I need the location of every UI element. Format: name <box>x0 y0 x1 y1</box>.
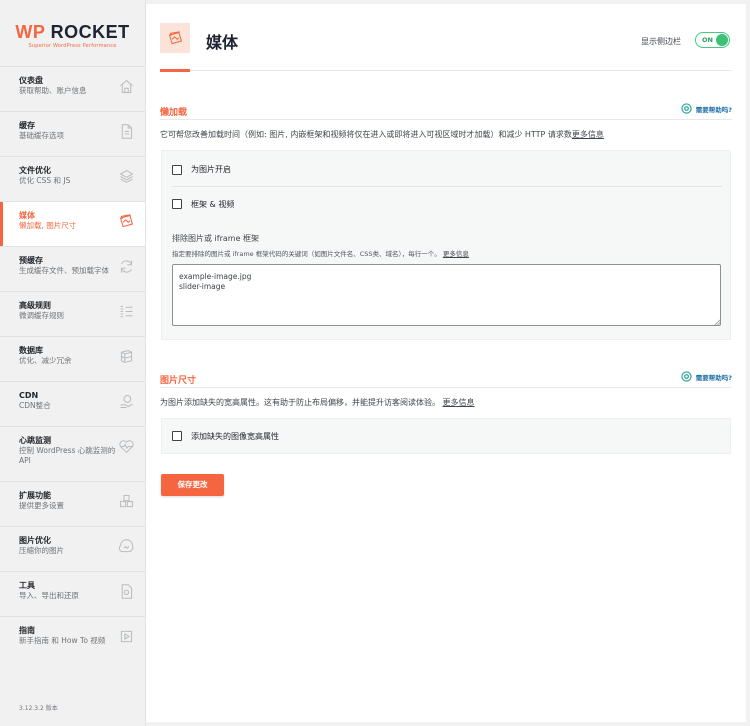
database-icon <box>118 348 135 365</box>
cdn-icon <box>118 393 135 410</box>
option-label: 添加缺失的图像宽高属性 <box>191 431 279 441</box>
section-title: 图片尺寸 <box>160 376 197 386</box>
page-header: 媒体 显示侧边栏 ON <box>160 23 732 72</box>
sidebar-item-subtitle: 优化、减少冗余 <box>19 356 72 365</box>
sidebar-item-subtitle: 控制 WordPress 心跳监测的 API <box>19 446 116 465</box>
wp-rocket-logo[interactable]: WP ROCKET Superior WordPress Performance <box>0 0 145 66</box>
lazyload-images-checkbox[interactable] <box>172 164 182 175</box>
sidebar-item-subtitle: 压缩你的图片 <box>19 546 64 555</box>
sidebar-item-subtitle: 获取帮助、账户信息 <box>19 86 87 95</box>
document-icon <box>118 123 135 140</box>
sidebar-item-cdn[interactable]: CDN CDN整合 <box>0 381 145 426</box>
image-dimensions-options-panel: 添加缺失的图像宽高属性 <box>161 418 731 454</box>
header-accent-underline <box>160 69 190 72</box>
logo-wp: WP <box>15 22 46 42</box>
sidebar-item-subtitle: 优化 CSS 和 JS <box>19 176 71 185</box>
lazyload-options-panel: 为图片开启 框架 & 视频 排除图片或 iframe 框架 指定要排除的图片或 … <box>161 150 731 340</box>
toggle-state-label: ON <box>702 36 713 44</box>
refresh-icon <box>118 258 135 275</box>
exclude-more-info-link[interactable]: 更多信息 <box>443 250 469 258</box>
page-title: 媒体 <box>206 33 239 52</box>
sidebar-item-file-optimization[interactable]: 文件优化 优化 CSS 和 JS <box>0 156 145 201</box>
tools-icon <box>118 583 135 600</box>
sidebar-item-tools[interactable]: 工具 导入、导出和还原 <box>0 571 145 616</box>
sidebar-item-subtitle: 生成缓存文件、预加载字体 <box>19 266 109 275</box>
show-sidebar-label: 显示侧边栏 <box>641 37 681 46</box>
sidebar-item-addons[interactable]: 扩展功能 提供更多设置 <box>0 481 145 526</box>
exclude-description: 指定要排除的图片或 iframe 框架代码的关键词（如图片文件名、CSS类、域名… <box>172 250 469 258</box>
sidebar-item-advanced-rules[interactable]: 高级规则 微调缓存规则 <box>0 291 145 336</box>
sidebar-item-subtitle: 导入、导出和还原 <box>19 591 79 600</box>
save-changes-button[interactable]: 保存更改 <box>161 474 224 496</box>
more-info-link[interactable]: 更多信息 <box>443 398 475 407</box>
sidebar-item-subtitle: 懒加载, 图片尺寸 <box>19 221 77 230</box>
image-dimensions-help-link[interactable]: 需要帮助吗? <box>681 371 732 382</box>
logo-rocket: ROCKET <box>45 22 130 42</box>
more-info-link[interactable]: 更多信息 <box>572 130 604 139</box>
option-label: 为图片开启 <box>191 165 231 174</box>
addons-icon <box>118 493 135 510</box>
help-label: 需要帮助吗? <box>695 105 732 114</box>
add-missing-dimensions-option[interactable]: 添加缺失的图像宽高属性 <box>172 419 722 453</box>
logo-tagline: Superior WordPress Performance <box>28 43 117 49</box>
lifebuoy-icon <box>681 103 692 114</box>
sidebar-item-subtitle: CDN整合 <box>19 401 51 410</box>
image-optimization-icon <box>118 538 135 555</box>
lazyload-images-option[interactable]: 为图片开启 <box>172 153 722 187</box>
media-icon <box>118 213 135 230</box>
sidebar-item-database[interactable]: 数据库 优化、减少冗余 <box>0 336 145 381</box>
lazyload-iframes-checkbox[interactable] <box>172 199 182 209</box>
layers-icon <box>118 168 135 185</box>
main-content: 媒体 显示侧边栏 ON 懒加载 需要帮助吗? 它可帮您改善加载时间（例如: 图片… <box>146 4 746 722</box>
version-label: 3.12.3.2 版本 <box>19 705 58 712</box>
sidebar-item-image-optimization[interactable]: 图片优化 压缩你的图片 <box>0 526 145 571</box>
sidebar-item-tutorials[interactable]: 指南 新手指南 和 How To 视频 <box>0 616 145 661</box>
sidebar-item-heartbeat[interactable]: 心跳监测 控制 WordPress 心跳监测的 API <box>0 426 145 481</box>
list-icon <box>118 303 135 320</box>
home-icon <box>118 78 135 95</box>
lazyload-description: 它可帮您改善加载时间（例如: 图片, 内嵌框架和视频将仅在进入或即将进入可视区域… <box>160 130 604 139</box>
exclude-title: 排除图片或 iframe 框架 <box>172 234 260 243</box>
image-dimensions-section-header: 图片尺寸 需要帮助吗? <box>160 368 732 388</box>
resize-grip-icon[interactable] <box>714 319 721 326</box>
show-sidebar-toggle[interactable]: ON <box>695 32 730 48</box>
option-label: 框架 & 视频 <box>191 199 235 209</box>
sidebar-item-subtitle: 基础缓存选项 <box>19 131 64 140</box>
sidebar-item-dashboard[interactable]: 仪表盘 获取帮助、账户信息 <box>0 66 145 111</box>
lazyload-section-header: 懒加载 需要帮助吗? <box>160 100 732 120</box>
help-label: 需要帮助吗? <box>695 373 732 382</box>
play-icon <box>118 628 135 645</box>
heartbeat-icon <box>118 438 135 455</box>
sidebar-item-subtitle: 提供更多设置 <box>19 501 64 510</box>
image-dimensions-description: 为图片添加缺失的宽高属性。这有助于防止布局偏移，并能提升访客阅读体验。 更多信息 <box>160 398 475 407</box>
sidebar-item-media[interactable]: 媒体 懒加载, 图片尺寸 <box>0 201 145 246</box>
lazyload-iframes-option[interactable]: 框架 & 视频 <box>172 187 722 221</box>
add-missing-dimensions-checkbox[interactable] <box>172 431 182 441</box>
sidebar-item-subtitle: 新手指南 和 How To 视频 <box>19 636 106 645</box>
exclude-images-textarea[interactable]: example-image.jpg slider-image <box>172 264 721 326</box>
sidebar: WP ROCKET Superior WordPress Performance… <box>0 0 146 726</box>
media-icon <box>160 23 190 53</box>
lazyload-help-link[interactable]: 需要帮助吗? <box>681 103 732 114</box>
sidebar-item-cache[interactable]: 缓存 基础缓存选项 <box>0 111 145 156</box>
toggle-knob <box>716 34 728 46</box>
lifebuoy-icon <box>681 371 692 382</box>
section-title: 懒加载 <box>160 108 188 118</box>
sidebar-item-subtitle: 微调缓存规则 <box>19 311 64 320</box>
sidebar-item-preload[interactable]: 预缓存 生成缓存文件、预加载字体 <box>0 246 145 291</box>
